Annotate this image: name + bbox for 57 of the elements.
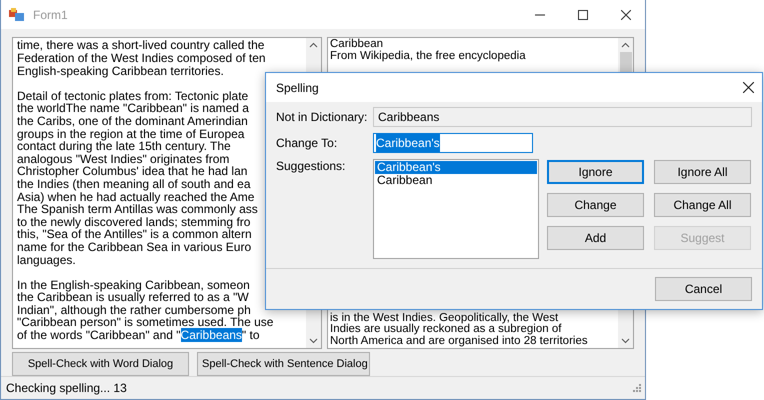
change-to-field[interactable]: Caribbean's: [373, 133, 533, 153]
not-in-dictionary-field: Caribbeans: [373, 107, 752, 127]
text-line: name for the Caribbean Sea in various Euro: [17, 240, 252, 254]
dialog-button[interactable]: Ignore All: [654, 160, 751, 184]
text-line: North America and are organised into 28 territories: [330, 336, 588, 348]
field-label: Not in Dictionary:: [276, 110, 368, 124]
scroll-down-icon[interactable]: [309, 338, 318, 344]
text-line: " to: [242, 328, 260, 342]
window-icon: [9, 8, 25, 22]
text-line: From Wikipedia, the free encyclopedia: [330, 50, 526, 62]
text-line: Asia) when he had actually reached the Ame: [17, 190, 254, 204]
dialog-title: Spelling: [276, 80, 319, 94]
close-icon[interactable]: [743, 82, 754, 93]
text-line: this, "Sea of the Antilles" is a common altern: [17, 228, 252, 241]
spell-check-button[interactable]: Spell-Check with Word Dialog: [12, 352, 189, 376]
text-line: languages.: [17, 254, 76, 266]
scroll-up-icon[interactable]: [309, 42, 318, 48]
text-line: groups in the region at the time of Europea: [17, 128, 244, 140]
text-line: English-speaking Caribbean territories.: [17, 64, 224, 78]
text-line: time, there was a short-lived country called the: [17, 39, 264, 52]
text-line: Indies are usually reckoned as a subregion of: [330, 324, 562, 336]
cancel-button[interactable]: Cancel: [655, 277, 752, 301]
resize-grip-icon[interactable]: [633, 384, 641, 392]
text-line: Caribbean: [330, 39, 384, 50]
text-line: contact during the late 15th century. The: [17, 140, 231, 153]
suggestions-list[interactable]: Caribbean's Caribbean: [373, 159, 539, 259]
text-line: "Caribbean person" is sometimes used. The use: [17, 316, 274, 330]
field-label: Change To:: [276, 136, 338, 150]
text-line: Detail of tectonic plates from: Tectonic plate: [17, 90, 248, 102]
text-line: is in the West Indies. Geopolitically, the West: [330, 312, 558, 324]
text-line: In the English-speaking Caribbean, someon: [17, 278, 250, 292]
text-line: Indian", although the rather cumbersome ph: [17, 304, 251, 316]
window-title: Form1: [33, 8, 68, 22]
text-line: the Caribbean is usually referred to as a "W: [17, 291, 249, 304]
field-label: Suggestions:: [276, 159, 346, 173]
text-line: to the newly discovered lands; stemming fro: [17, 216, 250, 228]
suggestion-item[interactable]: Caribbean: [375, 174, 537, 187]
text-line: The Spanish term Antillas was commonly ass: [17, 203, 258, 216]
text-line: Christopher Columbus' idea that he had lan: [17, 165, 248, 178]
dialog-button[interactable]: Change: [547, 193, 644, 217]
status-text: Checking spelling... 13: [6, 381, 127, 396]
text-line: of the words "Caribbean" and ": [17, 328, 181, 342]
text-line: the Indies (then meaning all of south and ea: [17, 178, 250, 191]
suggestion-item[interactable]: Caribbean's: [375, 161, 537, 174]
maximize-icon[interactable]: [578, 10, 588, 20]
scroll-down-icon[interactable]: [621, 338, 630, 344]
dialog-button[interactable]: Change All: [654, 193, 751, 217]
text-line: the worldThe name "Caribbean" is named a: [17, 102, 249, 115]
close-icon[interactable]: [621, 10, 631, 20]
selected-text: Caribbeans: [180, 328, 242, 342]
text-line: analogous "West Indies" originates from: [17, 152, 230, 166]
dialog-button[interactable]: Ignore: [547, 160, 644, 184]
text-line: the Caribs, one of the dominant Amerindian: [17, 114, 248, 128]
spell-check-button[interactable]: Spell-Check with Sentence Dialog: [197, 352, 370, 376]
scroll-up-icon[interactable]: [621, 42, 630, 48]
text-line: Federation of the West Indies composed of ten: [17, 52, 266, 65]
dialog-button[interactable]: Add: [547, 226, 644, 250]
